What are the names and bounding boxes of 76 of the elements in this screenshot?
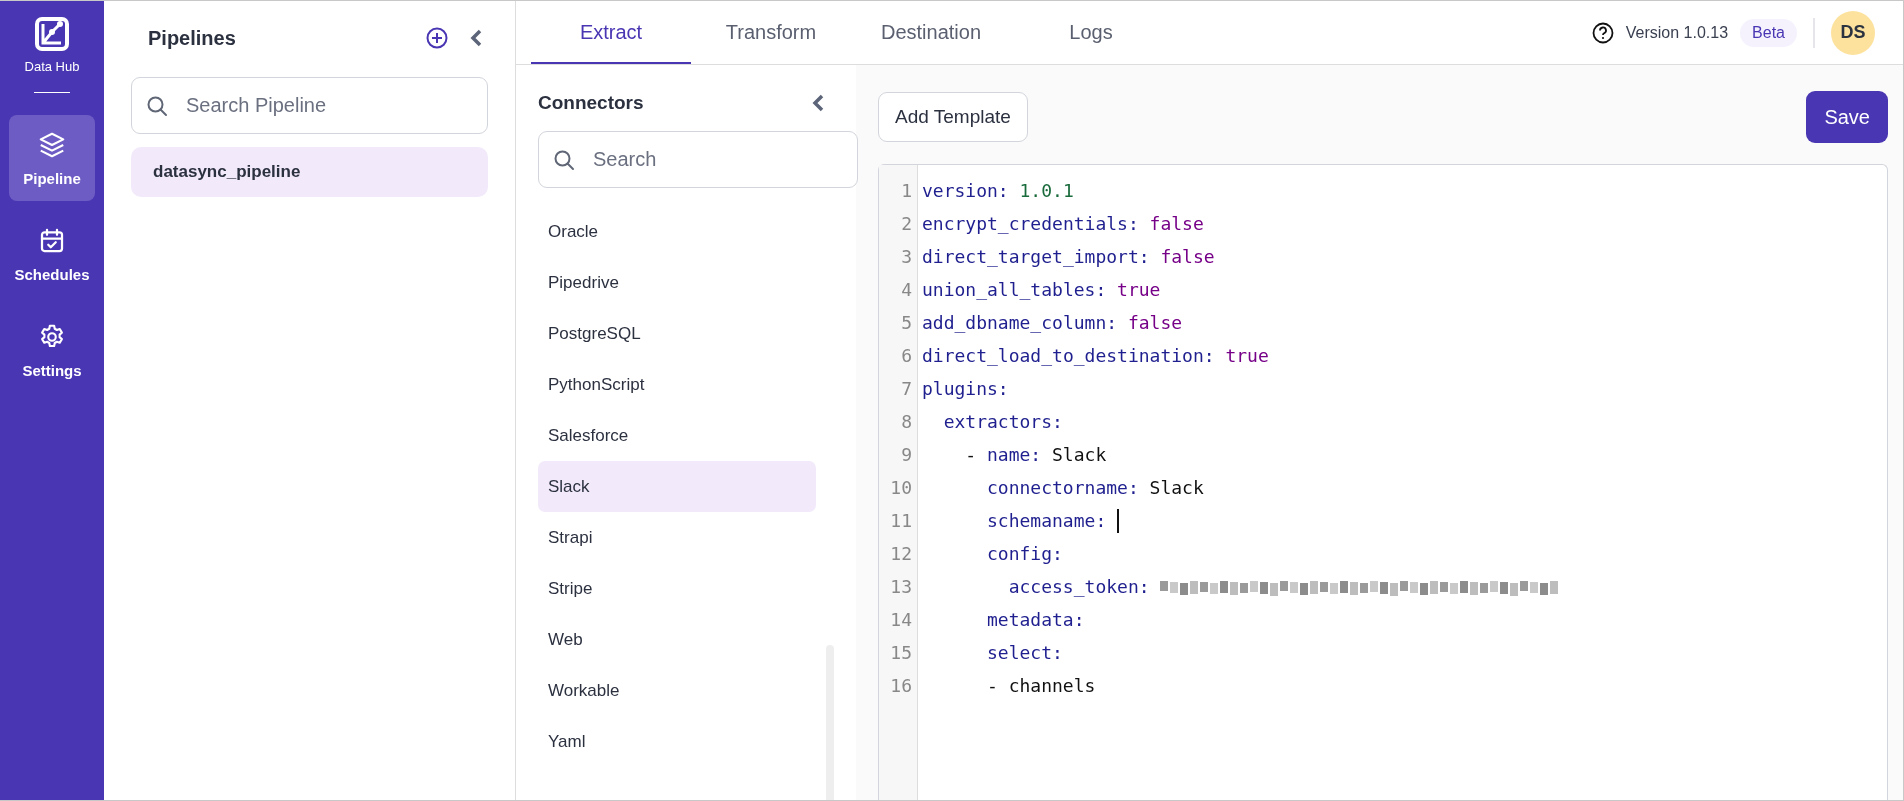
help-icon[interactable] <box>1591 21 1614 44</box>
code-key: access_token: <box>1008 570 1150 603</box>
connector-item[interactable]: Strapi <box>538 512 816 563</box>
logo-icon <box>33 15 71 53</box>
nav-item[interactable]: Schedules <box>9 211 95 297</box>
line-number: 6 <box>900 344 913 368</box>
code-key: extractors: <box>943 405 1063 438</box>
code-key: add_dbname_column: <box>922 306 1118 339</box>
add-icon[interactable] <box>426 27 448 49</box>
save-button[interactable]: Save <box>1806 91 1888 143</box>
panel-title: Pipelines <box>148 26 236 50</box>
line-number: 12 <box>889 542 913 566</box>
line-number: 14 <box>889 608 913 632</box>
line-number: 7 <box>900 377 913 401</box>
code-value: true <box>1117 278 1161 302</box>
line-number: 8 <box>900 410 913 434</box>
code-key: version: <box>922 174 1009 207</box>
connector-item[interactable]: Stripe <box>538 563 816 614</box>
code-value: false <box>1149 212 1204 236</box>
code-key: connectorname: <box>987 471 1139 504</box>
code-key: metadata: <box>987 603 1085 636</box>
code-key: plugins: <box>922 372 1009 405</box>
add-template-button[interactable]: Add Template <box>878 92 1028 142</box>
code-key: union_all_tables: <box>922 273 1107 306</box>
connector-item[interactable]: Oracle <box>538 206 816 257</box>
user-avatar[interactable]: DS <box>1831 10 1875 55</box>
connector-item[interactable]: PythonScript <box>538 359 816 410</box>
code-key: direct_target_import: <box>922 240 1150 273</box>
tab[interactable]: Transform <box>691 1 851 64</box>
pipeline-item[interactable]: datasync_pipeline <box>131 147 488 197</box>
code-value: false <box>1127 311 1183 335</box>
connector-item[interactable]: Workable <box>538 665 816 716</box>
tab[interactable]: Extract <box>531 1 691 64</box>
connector-item[interactable]: Pipedrive <box>538 257 816 308</box>
connector-item[interactable]: Yaml <box>538 716 816 767</box>
line-number: 16 <box>889 674 913 698</box>
line-number: 10 <box>889 476 913 500</box>
code-key: name: <box>987 438 1042 471</box>
line-number: 4 <box>900 278 913 302</box>
line-number: 2 <box>900 212 913 236</box>
code-dash: - <box>987 674 998 698</box>
line-number: 5 <box>900 311 913 335</box>
collapse-icon[interactable] <box>470 29 484 47</box>
collapse-icon[interactable] <box>812 94 826 112</box>
code-value: channels <box>1008 674 1096 698</box>
line-number: 1 <box>900 179 913 203</box>
tab[interactable]: Destination <box>851 1 1011 64</box>
code-value: true <box>1225 344 1269 368</box>
logo-label: Data Hub <box>24 59 80 74</box>
code-key: config: <box>987 537 1063 570</box>
code-dash: - <box>965 443 977 467</box>
code-key: select: <box>987 636 1063 669</box>
tab[interactable]: Logs <box>1011 1 1171 64</box>
line-number: 11 <box>889 509 913 533</box>
code-key: schemaname: <box>987 504 1107 537</box>
line-number: 13 <box>889 575 913 599</box>
nav-item[interactable]: Pipeline <box>9 115 95 201</box>
code-value: 1.0.1 <box>1019 179 1074 203</box>
connector-item[interactable]: Salesforce <box>538 410 816 461</box>
beta-badge: Beta <box>1740 18 1797 47</box>
connector-item[interactable]: Web <box>538 614 816 665</box>
line-number: 15 <box>889 641 913 665</box>
code-key: encrypt_credentials: <box>922 207 1139 240</box>
code-key: direct_load_to_destination: <box>922 339 1215 372</box>
code-value: Slack <box>1052 443 1107 467</box>
search-field[interactable]: Search Pipeline <box>131 77 488 134</box>
line-number: 9 <box>900 443 913 467</box>
line-number: 3 <box>900 245 913 269</box>
code-value: Slack <box>1149 476 1204 500</box>
panel-title: Connectors <box>538 92 644 114</box>
connector-item[interactable]: PostgreSQL <box>538 308 816 359</box>
search-field[interactable]: Search <box>538 131 858 188</box>
nav-item[interactable]: Settings <box>9 307 95 393</box>
connector-item[interactable]: Slack <box>538 461 816 512</box>
version-label: Version 1.0.13 <box>1625 23 1729 42</box>
code-value: false <box>1160 245 1215 269</box>
